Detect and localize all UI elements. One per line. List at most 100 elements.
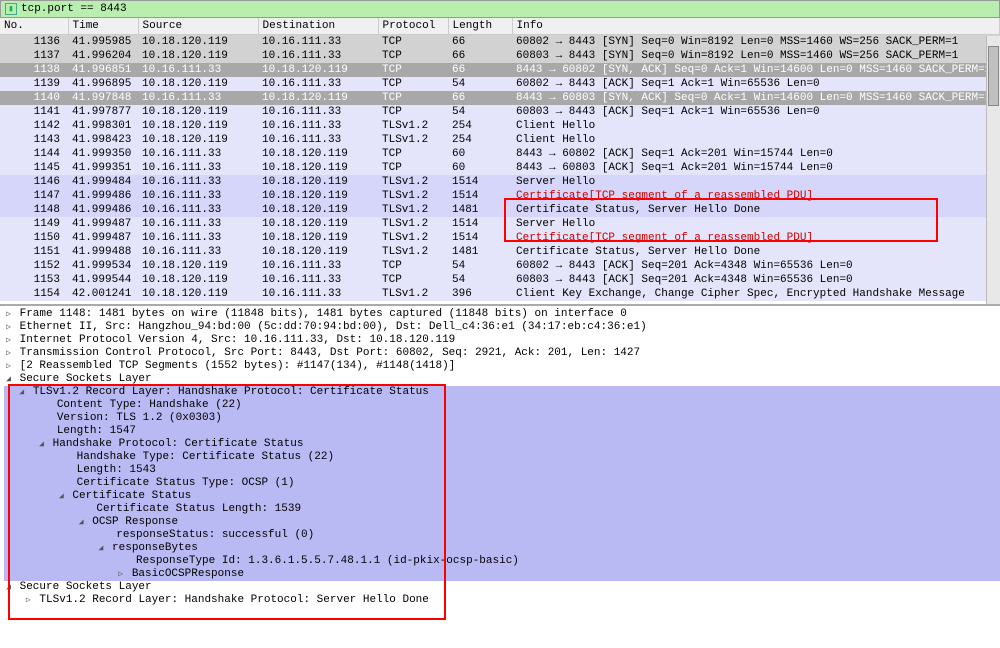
detail-response-bytes[interactable]: responseBytes	[112, 542, 198, 554]
packet-cell: Client Hello	[512, 133, 1000, 147]
packet-row[interactable]: 114241.99830110.18.120.11910.16.111.33TL…	[0, 119, 1000, 133]
packet-cell: 66	[448, 63, 512, 77]
packet-cell: 1146	[0, 175, 68, 189]
collapse-icon[interactable]	[4, 581, 13, 594]
packet-row[interactable]: 114341.99842310.18.120.11910.16.111.33TL…	[0, 133, 1000, 147]
expand-icon[interactable]	[4, 308, 13, 321]
packet-row[interactable]: 114841.99948610.16.111.3310.18.120.119TL…	[0, 203, 1000, 217]
packet-header-row[interactable]: No. Time Source Destination Protocol Len…	[0, 18, 1000, 34]
packet-cell: 10.16.111.33	[258, 273, 378, 287]
expand-icon[interactable]	[4, 321, 13, 334]
detail-cert-status-length[interactable]: Certificate Status Length: 1539	[96, 503, 301, 515]
packet-table[interactable]: No. Time Source Destination Protocol Len…	[0, 18, 1000, 301]
packet-row[interactable]: 114141.99787710.18.120.11910.16.111.33TC…	[0, 105, 1000, 119]
packet-row[interactable]: 115141.99948810.16.111.3310.18.120.119TL…	[0, 245, 1000, 259]
collapse-icon[interactable]	[37, 438, 46, 451]
packet-cell: 10.16.111.33	[138, 63, 258, 77]
packet-row[interactable]: 114441.99935010.16.111.3310.18.120.119TC…	[0, 147, 1000, 161]
detail-response-status[interactable]: responseStatus: successful (0)	[116, 529, 314, 541]
packet-row[interactable]: 115041.99948710.16.111.3310.18.120.119TL…	[0, 231, 1000, 245]
packet-cell: 254	[448, 133, 512, 147]
packet-row[interactable]: 114641.99948410.16.111.3310.18.120.119TL…	[0, 175, 1000, 189]
packet-cell: 10.18.120.119	[138, 77, 258, 91]
packet-cell: 41.999534	[68, 259, 138, 273]
detail-handshake-type[interactable]: Handshake Type: Certificate Status (22)	[77, 451, 334, 463]
packet-row[interactable]: 115442.00124110.18.120.11910.16.111.33TL…	[0, 287, 1000, 301]
expand-icon[interactable]	[4, 360, 13, 373]
col-info[interactable]: Info	[512, 18, 1000, 34]
detail-rec-length[interactable]: Length: 1547	[57, 425, 136, 437]
packet-row[interactable]: 113641.99598510.18.120.11910.16.111.33TC…	[0, 34, 1000, 49]
packet-cell: 1514	[448, 217, 512, 231]
packet-list-pane[interactable]: No. Time Source Destination Protocol Len…	[0, 18, 1000, 306]
collapse-icon[interactable]	[17, 386, 26, 399]
expand-icon[interactable]	[24, 594, 33, 607]
packet-cell: TCP	[378, 63, 448, 77]
col-time[interactable]: Time	[68, 18, 138, 34]
packet-row[interactable]: 115241.99953410.18.120.11910.16.111.33TC…	[0, 259, 1000, 273]
packet-row[interactable]: 113941.99689510.18.120.11910.16.111.33TC…	[0, 77, 1000, 91]
packet-cell: 41.999487	[68, 217, 138, 231]
packet-row[interactable]: 114741.99948610.16.111.3310.18.120.119TL…	[0, 189, 1000, 203]
packet-cell: 54	[448, 105, 512, 119]
expand-icon[interactable]	[4, 334, 13, 347]
collapse-icon[interactable]	[77, 516, 86, 529]
col-len[interactable]: Length	[448, 18, 512, 34]
packet-cell: 1141	[0, 105, 68, 119]
col-src[interactable]: Source	[138, 18, 258, 34]
collapse-icon[interactable]	[96, 542, 105, 555]
packet-cell: 1147	[0, 189, 68, 203]
detail-handshake-length[interactable]: Length: 1543	[77, 464, 156, 476]
packet-cell: 10.18.120.119	[138, 273, 258, 287]
packet-row[interactable]: 114041.99784810.16.111.3310.18.120.119TC…	[0, 91, 1000, 105]
packet-cell: 10.16.111.33	[258, 287, 378, 301]
expand-icon[interactable]	[4, 347, 13, 360]
packet-row[interactable]: 115341.99954410.18.120.11910.16.111.33TC…	[0, 273, 1000, 287]
detail-basic-ocsp[interactable]: BasicOCSPResponse	[132, 568, 244, 580]
packet-cell: TLSv1.2	[378, 231, 448, 245]
detail-eth[interactable]: Ethernet II, Src: Hangzhou_94:bd:00 (5c:…	[20, 321, 647, 333]
detail-cert-status-type[interactable]: Certificate Status Type: OCSP (1)	[77, 477, 295, 489]
detail-record[interactable]: TLSv1.2 Record Layer: Handshake Protocol…	[33, 386, 429, 398]
packet-cell: 41.999488	[68, 245, 138, 259]
display-filter-input[interactable]	[21, 3, 321, 15]
packet-scrollbar[interactable]	[986, 36, 1000, 304]
detail-ssl1[interactable]: Secure Sockets Layer	[20, 373, 152, 385]
packet-row[interactable]: 113841.99685110.16.111.3310.18.120.119TC…	[0, 63, 1000, 77]
packet-cell: 8443 → 60802 [ACK] Seq=1 Ack=201 Win=157…	[512, 147, 1000, 161]
detail-handshake[interactable]: Handshake Protocol: Certificate Status	[53, 438, 304, 450]
detail-reasm[interactable]: [2 Reassembled TCP Segments (1552 bytes)…	[20, 360, 456, 372]
detail-frame[interactable]: Frame 1148: 1481 bytes on wire (11848 bi…	[20, 308, 627, 320]
detail-ocsp-response[interactable]: OCSP Response	[92, 516, 178, 528]
detail-ssl2[interactable]: Secure Sockets Layer	[20, 581, 152, 593]
packet-row[interactable]: 114541.99935110.16.111.3310.18.120.119TC…	[0, 161, 1000, 175]
packet-cell: 54	[448, 77, 512, 91]
expand-icon[interactable]	[116, 568, 125, 581]
col-proto[interactable]: Protocol	[378, 18, 448, 34]
collapse-icon[interactable]	[57, 490, 66, 503]
packet-cell: 60	[448, 147, 512, 161]
packet-cell: 41.998301	[68, 119, 138, 133]
packet-cell: 41.999487	[68, 231, 138, 245]
packet-cell: 1481	[448, 245, 512, 259]
collapse-icon[interactable]	[4, 373, 13, 386]
display-filter-bar[interactable]: ▮	[0, 0, 1000, 18]
detail-ip[interactable]: Internet Protocol Version 4, Src: 10.16.…	[20, 334, 456, 346]
packet-cell: 1514	[448, 231, 512, 245]
packet-cell: TLSv1.2	[378, 287, 448, 301]
packet-cell: TCP	[378, 77, 448, 91]
packet-cell: 10.16.111.33	[258, 49, 378, 63]
packet-row[interactable]: 114941.99948710.16.111.3310.18.120.119TL…	[0, 217, 1000, 231]
detail-response-type-id[interactable]: ResponseType Id: 1.3.6.1.5.5.7.48.1.1 (i…	[136, 555, 519, 567]
col-no[interactable]: No.	[0, 18, 68, 34]
packet-cell: 10.16.111.33	[258, 119, 378, 133]
detail-cert-status[interactable]: Certificate Status	[72, 490, 191, 502]
packet-row[interactable]: 113741.99620410.18.120.11910.16.111.33TC…	[0, 49, 1000, 63]
detail-content-type[interactable]: Content Type: Handshake (22)	[57, 399, 242, 411]
packet-details-pane[interactable]: Frame 1148: 1481 bytes on wire (11848 bi…	[0, 306, 1000, 646]
col-dst[interactable]: Destination	[258, 18, 378, 34]
packet-cell: 41.999486	[68, 203, 138, 217]
detail-record2[interactable]: TLSv1.2 Record Layer: Handshake Protocol…	[39, 594, 428, 606]
detail-tcp[interactable]: Transmission Control Protocol, Src Port:…	[20, 347, 641, 359]
detail-version[interactable]: Version: TLS 1.2 (0x0303)	[57, 412, 222, 424]
